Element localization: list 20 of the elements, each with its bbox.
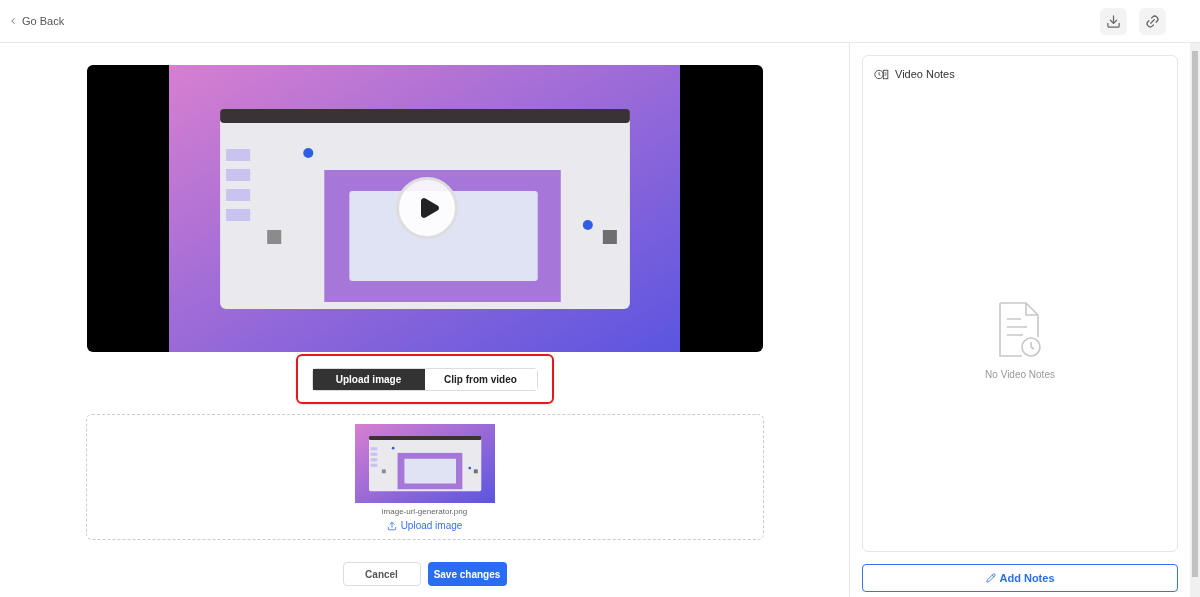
back-link[interactable]: Go Back [8,12,65,30]
file-name: image-url-generator.png [381,506,468,518]
notes-title: Video Notes [895,67,955,82]
upload-dropzone[interactable]: image-url-generator.png Upload image [85,414,764,540]
document-clock-icon [998,301,1042,360]
link-button[interactable] [1139,7,1166,35]
cancel-button[interactable]: Cancel [342,562,421,586]
clock-document-icon [874,68,889,80]
upload-link[interactable]: Upload image [386,518,463,533]
save-button[interactable]: Save changes [427,562,507,586]
video-player[interactable] [86,65,763,352]
chevron-left-icon [8,16,18,26]
pencil-icon [985,573,996,583]
source-tab[interactable]: Upload image [312,368,425,390]
empty-notes-text: No Video Notes [985,368,1055,383]
download-icon [1106,13,1121,29]
download-button[interactable] [1100,7,1127,35]
add-notes-button[interactable]: Add Notes [862,564,1178,592]
upload-icon [386,520,397,531]
scrollbar[interactable] [1190,43,1200,597]
